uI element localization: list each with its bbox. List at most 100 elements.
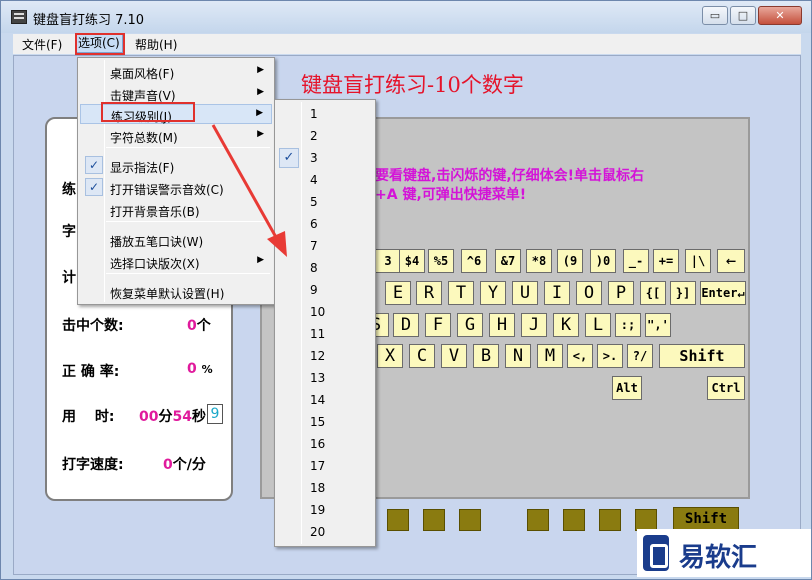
level-item-label: 5 (310, 195, 318, 209)
accuracy-value: 0 % (187, 361, 213, 377)
level-item[interactable]: 7 (277, 235, 373, 257)
maximize-button[interactable]: □ (730, 6, 756, 25)
level-item-label: 6 (310, 217, 318, 231)
keyboard-key: 3 (375, 249, 401, 273)
window-title: 键盘盲打练习 7.10 (33, 13, 145, 28)
level-item[interactable]: 8 (277, 257, 373, 279)
options-menu-item-label: 显示指法(F) (110, 161, 175, 175)
level-item-label: 17 (310, 459, 326, 473)
level-item[interactable]: 2 (277, 125, 373, 147)
bottom-key (563, 509, 585, 531)
menu-separator (106, 221, 270, 222)
menu-help[interactable]: 帮助(H) (135, 36, 177, 53)
level-item-label: 12 (310, 349, 326, 363)
keyboard-key: G (457, 313, 483, 337)
keyboard-key: Enter↵ (700, 281, 746, 305)
level-item-label: 10 (310, 305, 326, 319)
level-item[interactable]: ✓ 3 (277, 147, 373, 169)
options-menu-item[interactable]: 播放五笔口诀(W) (80, 230, 272, 250)
keyboard-key: ← (717, 249, 745, 273)
hint-line-1: 要看键盘,击闪烁的键,仔细体会!单击鼠标右 (375, 168, 645, 184)
keyboard-key: |\ (685, 249, 711, 273)
keyboard-key: :; (615, 313, 641, 337)
options-menu-item[interactable]: 选择口诀版次(X) ▶ (80, 252, 272, 272)
options-menu-item[interactable]: 桌面风格(F) ▶ (80, 62, 272, 82)
options-menu-item[interactable]: 恢复菜单默认设置(H) (80, 282, 272, 302)
options-menu-item-label: 恢复菜单默认设置(H) (110, 287, 225, 301)
keyboard-key: U (512, 281, 538, 305)
submenu-arrow-icon: ▶ (257, 65, 264, 75)
bottom-shift-key: Shift (673, 507, 739, 531)
options-dropdown-menu: 桌面风格(F) ▶ 击键声音(V) ▶ 练习级别(J) ▶ 字符总数(M) ▶ ✓ 显示指法(F)… (77, 57, 275, 305)
options-menu-item-label: 字符总数(M) (110, 131, 178, 145)
accuracy-label: 正 确 率: (62, 364, 120, 380)
speed-value: 0个/分 (163, 457, 206, 473)
keyboard-key: B (473, 344, 499, 368)
checkmark-icon: ✓ (279, 148, 299, 168)
level-item[interactable]: 19 (277, 499, 373, 521)
level-item-label: 8 (310, 261, 318, 275)
level-item[interactable]: 5 (277, 191, 373, 213)
keyboard-key: {[ (640, 281, 666, 305)
options-menu-item[interactable]: ✓ 打开错误警示音效(C) (80, 178, 272, 198)
bottom-key (423, 509, 445, 531)
stat-partial-label-2: 字 (62, 224, 76, 240)
keyboard-key: Shift (659, 344, 745, 368)
options-menu-item[interactable]: 击键声音(V) ▶ (80, 84, 272, 104)
level-item[interactable]: 14 (277, 389, 373, 411)
bottom-key (635, 509, 657, 531)
keyboard-key: M (537, 344, 563, 368)
level-item-label: 18 (310, 481, 326, 495)
keyboard-key: N (505, 344, 531, 368)
level-item[interactable]: 13 (277, 367, 373, 389)
practice-heading: 键盘盲打练习-10个数字 (301, 73, 524, 97)
submenu-arrow-icon: ▶ (256, 108, 263, 118)
keyboard-key: D (393, 313, 419, 337)
level-item-label: 4 (310, 173, 318, 187)
level-item[interactable]: 9 (277, 279, 373, 301)
hits-label: 击中个数: (62, 318, 124, 334)
keyboard-key: += (653, 249, 679, 273)
level-item[interactable]: 16 (277, 433, 373, 455)
watermark: 易软汇 (637, 529, 811, 577)
keyboard-key: K (553, 313, 579, 337)
watermark-text: 易软汇 (679, 543, 758, 573)
level-item[interactable]: 11 (277, 323, 373, 345)
options-menu-item-label: 桌面风格(F) (110, 67, 175, 81)
keyboard-key: ^6 (461, 249, 487, 273)
keyboard-key: I (544, 281, 570, 305)
level-item-label: 20 (310, 525, 326, 539)
level-item[interactable]: 10 (277, 301, 373, 323)
level-item[interactable]: 6 (277, 213, 373, 235)
speed-label: 打字速度: (62, 457, 124, 473)
hint-text: 要看键盘,击闪烁的键,仔细体会!单击鼠标右 +A 键,可弹出快捷菜单! (375, 167, 715, 205)
keyboard-key: Ctrl (707, 376, 745, 400)
keyboard-key: J (521, 313, 547, 337)
level-item-label: 2 (310, 129, 318, 143)
highlight-box-level (101, 102, 195, 122)
level-item[interactable]: 1 (277, 103, 373, 125)
menu-separator (106, 147, 270, 148)
keyboard-key: L (585, 313, 611, 337)
level-submenu: 1 2 ✓ 3 4 5 6 7 8 9 10 11 12 13 14 15 16 17 18 19 20 (274, 99, 376, 547)
hint-line-2: +A 键,可弹出快捷菜单! (375, 187, 527, 203)
level-item[interactable]: 18 (277, 477, 373, 499)
menu-file[interactable]: 文件(F) (22, 36, 62, 53)
options-menu-item[interactable]: ✓ 显示指法(F) (80, 156, 272, 176)
options-menu-item[interactable]: 打开背景音乐(B) (80, 200, 272, 220)
keyboard-key: F (425, 313, 451, 337)
level-item[interactable]: 17 (277, 455, 373, 477)
level-item[interactable]: 12 (277, 345, 373, 367)
close-button[interactable]: ✕ (758, 6, 802, 25)
keyboard-key: Alt (612, 376, 642, 400)
bottom-key (599, 509, 621, 531)
level-item-label: 9 (310, 283, 318, 297)
level-item-label: 1 (310, 107, 318, 121)
bottom-key (387, 509, 409, 531)
level-item[interactable]: 15 (277, 411, 373, 433)
level-item[interactable]: 4 (277, 169, 373, 191)
minimize-button[interactable]: ▭ (702, 6, 728, 25)
options-menu-item[interactable]: 字符总数(M) ▶ (80, 126, 272, 146)
level-item-label: 11 (310, 327, 326, 341)
level-item[interactable]: 20 (277, 521, 373, 543)
